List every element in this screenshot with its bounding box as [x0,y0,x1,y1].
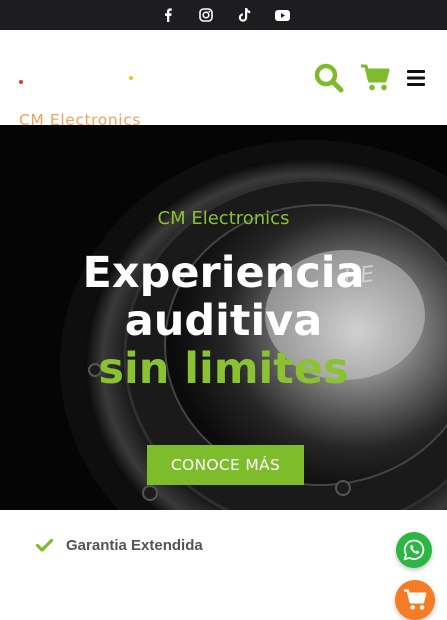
site-header: CM Electronics [0,30,447,129]
whatsapp-icon[interactable] [396,532,432,568]
tiktok-icon[interactable] [235,6,253,24]
instagram-icon[interactable] [197,6,215,24]
conoce-mas-button[interactable]: CONOCE MÁS [147,445,304,485]
hero-title-line-2: auditiva [124,296,323,346]
check-icon [35,538,54,557]
social-bar [0,0,447,30]
hero-title-line-3: sin limites [98,344,349,394]
facebook-icon[interactable] [159,6,177,24]
features-section: Garantia Extendida [0,510,447,616]
hero-subtitle: CM Electronics [157,208,290,229]
search-icon[interactable] [313,62,345,94]
cart-icon[interactable] [359,63,391,93]
feature-label: Garantia Extendida [66,537,203,554]
hero-banner: HE CM Electronics Experiencia auditiva s… [0,125,447,510]
menu-icon[interactable] [405,68,427,88]
logo[interactable]: CM Electronics [18,40,148,129]
hero-title-line-1: Experiencia [82,248,365,298]
shopping-cart-icon[interactable] [395,580,435,620]
youtube-icon[interactable] [273,6,291,24]
sound-wave-logo-icon [19,40,133,104]
